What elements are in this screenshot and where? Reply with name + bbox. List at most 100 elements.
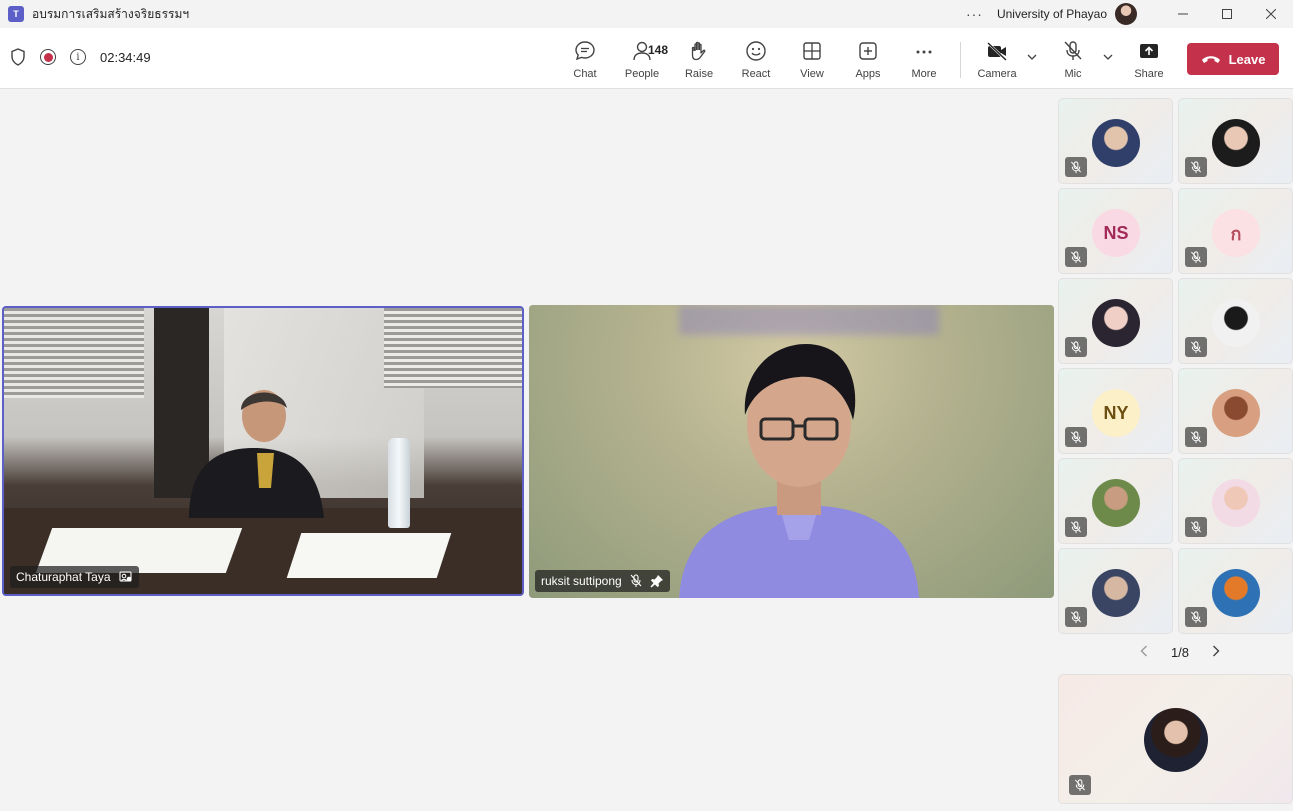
gallery-tile[interactable]: NY: [1058, 368, 1173, 454]
photo-avatar: [1212, 479, 1260, 527]
participant-name-badge: ruksit suttipong: [535, 570, 670, 592]
muted-indicator: [1065, 337, 1087, 357]
photo-avatar: [1212, 299, 1260, 347]
mic-off-icon: [1190, 430, 1202, 443]
apps-button[interactable]: Apps: [840, 40, 896, 80]
participant-figure: [679, 344, 919, 598]
hang-up-icon: [1201, 56, 1220, 63]
info-icon[interactable]: i: [70, 49, 86, 65]
video-tile-pinned[interactable]: ruksit suttipong: [529, 305, 1054, 598]
gallery-tile[interactable]: [1058, 548, 1173, 634]
mic-off-icon: [1190, 160, 1202, 173]
participant-name: ruksit suttipong: [541, 574, 622, 588]
shield-icon[interactable]: [10, 48, 26, 66]
camera-off-icon: [987, 42, 1007, 61]
video-tile-active-speaker[interactable]: Chaturaphat Taya: [2, 306, 524, 596]
muted-indicator: [1065, 427, 1087, 447]
gallery-tile[interactable]: [1058, 458, 1173, 544]
self-avatar: [1144, 708, 1208, 772]
more-button[interactable]: More: [896, 40, 952, 80]
people-label: People: [624, 68, 660, 80]
meeting-title: อบรมการเสริมสร้างจริยธรรมฯ: [32, 6, 190, 21]
self-view-tile[interactable]: [1058, 674, 1293, 804]
mic-off-icon: [1190, 340, 1202, 353]
view-button[interactable]: View: [784, 40, 840, 80]
mic-off-icon: [1190, 250, 1202, 263]
react-button[interactable]: React: [728, 40, 784, 80]
meeting-timer: 02:34:49: [100, 49, 151, 65]
mic-off-icon: [1190, 610, 1202, 623]
gallery-tile[interactable]: [1178, 278, 1293, 364]
raise-hand-button[interactable]: Raise: [671, 40, 727, 80]
chat-button[interactable]: Chat: [557, 40, 613, 80]
raise-hand-icon: [691, 41, 706, 61]
gallery-tile[interactable]: [1178, 458, 1293, 544]
toolbar-divider: [960, 42, 961, 78]
mic-off-icon: [1064, 41, 1082, 60]
muted-indicator: [1185, 247, 1207, 267]
maximize-button[interactable]: [1205, 0, 1249, 28]
more-options-icon[interactable]: ···: [966, 6, 983, 22]
camera-options-chevron-icon[interactable]: [1027, 52, 1037, 63]
photo-avatar: [1092, 569, 1140, 617]
share-screen-icon: [1140, 44, 1158, 58]
title-bar: T อบรมการเสริมสร้างจริยธรรมฯ ··· Univers…: [0, 0, 1293, 28]
apps-label: Apps: [855, 68, 881, 80]
gallery-tile[interactable]: [1178, 548, 1293, 634]
camera-button[interactable]: Camera: [969, 40, 1025, 80]
react-label: React: [741, 68, 771, 80]
mic-off-icon: [1070, 250, 1082, 263]
participant-figure: [189, 390, 324, 518]
photo-avatar: [1212, 389, 1260, 437]
video-feed: [4, 308, 522, 594]
maximize-icon: [1222, 9, 1232, 19]
organization-name[interactable]: University of Phayao: [997, 7, 1107, 21]
participant-name: Chaturaphat Taya: [16, 570, 111, 584]
previous-page-chevron-icon[interactable]: [1140, 644, 1148, 660]
gallery-tile[interactable]: [1178, 98, 1293, 184]
more-icon: [916, 50, 932, 54]
meeting-toolbar: i 02:34:49 Chat 148 People Raise React V…: [0, 28, 1293, 89]
photo-avatar: [1092, 299, 1140, 347]
gallery-tile[interactable]: [1058, 278, 1173, 364]
meeting-info-group: i 02:34:49: [10, 48, 151, 66]
people-button[interactable]: 148 People: [614, 40, 670, 80]
next-page-chevron-icon[interactable]: [1212, 644, 1220, 660]
mic-off-icon: [1070, 160, 1082, 173]
muted-indicator: [1065, 247, 1087, 267]
photo-avatar: [1212, 569, 1260, 617]
recording-icon[interactable]: [40, 49, 56, 65]
camera-label: Camera: [977, 68, 1017, 80]
grid-view-icon: [803, 42, 821, 60]
raise-label: Raise: [684, 68, 714, 80]
gallery-tile[interactable]: ก: [1178, 188, 1293, 274]
account-avatar[interactable]: [1115, 3, 1137, 25]
video-feed: [529, 305, 1054, 598]
muted-indicator: [1185, 427, 1207, 447]
chat-label: Chat: [573, 68, 597, 80]
gallery-tile[interactable]: [1058, 98, 1173, 184]
initials-avatar: NY: [1092, 389, 1140, 437]
pin-icon[interactable]: [650, 574, 664, 588]
mic-button[interactable]: Mic: [1045, 40, 1101, 80]
water-bottle: [388, 438, 410, 528]
leave-button[interactable]: Leave: [1187, 43, 1279, 75]
page-indicator: 1/8: [1170, 644, 1190, 660]
initials-avatar: ก: [1212, 209, 1260, 257]
mic-off-icon: [1070, 610, 1082, 623]
mic-options-chevron-icon[interactable]: [1103, 52, 1113, 63]
share-label: Share: [1134, 68, 1164, 80]
mic-off-icon: [1070, 430, 1082, 443]
leave-label: Leave: [1228, 51, 1266, 67]
muted-indicator: [1185, 607, 1207, 627]
mic-off-icon: [1070, 340, 1082, 353]
close-window-button[interactable]: [1249, 0, 1293, 28]
share-button[interactable]: Share: [1121, 40, 1177, 80]
minimize-icon: [1178, 13, 1188, 15]
initials-avatar: NS: [1092, 209, 1140, 257]
mic-label: Mic: [1064, 68, 1082, 80]
minimize-button[interactable]: [1161, 0, 1205, 28]
gallery-tile[interactable]: NS: [1058, 188, 1173, 274]
gallery-tile[interactable]: [1178, 368, 1293, 454]
muted-indicator: [1185, 157, 1207, 177]
